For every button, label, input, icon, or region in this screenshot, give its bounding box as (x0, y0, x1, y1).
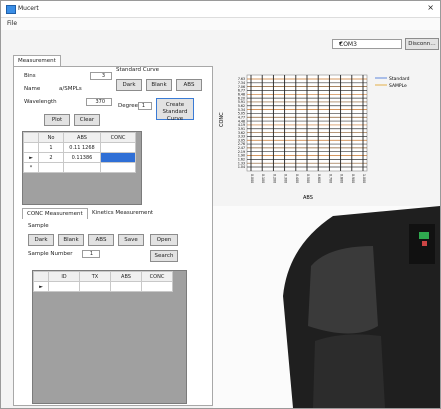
column-header: ID (48, 271, 80, 282)
table-row[interactable]: ► (33, 281, 173, 292)
x-tick-label: 0.800 (340, 174, 344, 183)
x-tick-label: 0.500 (306, 174, 310, 183)
clear-button[interactable]: Clear (74, 114, 100, 126)
column-header: CONC (100, 132, 136, 143)
cell-abs: 0.11 1268 (63, 142, 101, 153)
cell-id[interactable] (48, 281, 80, 292)
blank-button[interactable]: Blank (146, 79, 172, 91)
device-photo (213, 206, 440, 408)
name-value: a/SMPLs (59, 86, 82, 92)
row-indicator: ► (33, 281, 49, 292)
port-combo[interactable]: COM3 ▾ (332, 39, 402, 49)
x-tick-label: 0.400 (295, 174, 299, 183)
sample-table-grid: ID TX ABS CONC ► (33, 271, 173, 292)
row-indicator: * (23, 162, 39, 173)
tab-conc[interactable]: CONC Measurement (22, 208, 88, 219)
sample-table: ID TX ABS CONC ► (32, 270, 187, 404)
column-header: TX (79, 271, 111, 282)
cell-conc[interactable] (100, 142, 136, 153)
sample-search-button[interactable]: Search (150, 250, 178, 262)
table-row[interactable]: * (23, 162, 136, 173)
cell-tx[interactable] (79, 281, 111, 292)
sample-blank-button[interactable]: Blank (58, 234, 84, 246)
plot-button[interactable]: Plot (44, 114, 70, 126)
cell-no: 2 (38, 152, 64, 163)
abs-button[interactable]: ABS (176, 79, 202, 91)
x-tick-label: 0.200 (272, 174, 276, 183)
degree-label: Degree (118, 103, 139, 109)
legend-standard: Standard (389, 76, 410, 82)
row-indicator (23, 142, 39, 153)
cell-abs (63, 162, 101, 173)
row-indicator: ► (23, 152, 39, 163)
tab-measurement[interactable]: Measurement (13, 55, 61, 66)
table-header-row: No ABS CONC (23, 132, 136, 143)
create-standard-curve-button[interactable]: Create Standard Curve (156, 98, 194, 122)
sample-number-input[interactable]: 1 (82, 250, 100, 258)
sample-dark-button[interactable]: Dark (28, 234, 54, 246)
standard-curve-chart: 7.637.347.066.776.486.205.915.625.345.05… (219, 74, 410, 201)
x-tick-label: 0.300 (284, 174, 288, 183)
column-header (23, 132, 39, 143)
bins-input[interactable]: 3 (90, 72, 112, 80)
abs-table: No ABS CONC 1 0.11 1268 ► 2 0.11386 * (22, 131, 142, 205)
cell-conc[interactable] (100, 162, 136, 173)
dark-button[interactable]: Dark (116, 79, 142, 91)
cell-no (38, 162, 64, 173)
x-tick-label: 1.000 (362, 174, 366, 183)
cell-abs: 0.11386 (63, 152, 101, 163)
main-window: Mucert × File COM3 ▾ Disconn… Measuremen… (0, 0, 441, 409)
table-row[interactable]: 1 0.11 1268 (23, 142, 136, 153)
cell-conc[interactable] (100, 152, 136, 163)
menu-file[interactable]: File (7, 20, 17, 27)
degree-input[interactable]: 1 (138, 102, 152, 110)
x-tick-label: 0.600 (317, 174, 321, 183)
instrument-image (213, 206, 440, 408)
sample-group-label: Sample (28, 223, 49, 229)
disconnect-button[interactable]: Disconn… (405, 38, 439, 50)
measurement-panel: Bins 3 Name a/SMPLs Wavelength 370 Stand… (13, 66, 213, 406)
window-title: Mucert (18, 5, 39, 12)
column-header: No (38, 132, 64, 143)
tab-kinetics[interactable]: Kinetics Measurement (92, 210, 153, 216)
x-tick-label: 0.000 (250, 174, 254, 183)
y-tick-label: 1.04 (238, 165, 245, 169)
close-button[interactable]: × (427, 3, 434, 12)
chevron-down-icon: ▾ (339, 40, 343, 47)
menu-bar: File (1, 18, 440, 30)
sample-save-button[interactable]: Save (118, 234, 144, 246)
table-row[interactable]: ► 2 0.11386 (23, 152, 136, 163)
column-header: ABS (63, 132, 101, 143)
abs-table-grid: No ABS CONC 1 0.11 1268 ► 2 0.11386 * (23, 132, 136, 173)
app-icon (6, 5, 16, 14)
table-header-row: ID TX ABS CONC (33, 271, 173, 282)
cell-abs[interactable] (110, 281, 142, 292)
cell-no: 1 (38, 142, 64, 153)
standard-curve-label: Standard Curve (116, 67, 159, 73)
title-bar: Mucert × (1, 1, 440, 18)
x-tick-label: 0.900 (351, 174, 355, 183)
x-axis-label: ABS (303, 195, 313, 201)
x-tick-label: 0.700 (328, 174, 332, 183)
column-header: CONC (141, 271, 173, 282)
sample-open-button[interactable]: Open (150, 234, 178, 246)
legend-sample: SAMPLe (389, 83, 407, 89)
wavelength-input[interactable]: 370 (86, 98, 112, 106)
wavelength-label: Wavelength (24, 99, 57, 105)
x-tick-label: 0.100 (261, 174, 265, 183)
column-header: ABS (110, 271, 142, 282)
cell-conc[interactable] (141, 281, 173, 292)
y-axis-label: CONC (219, 112, 225, 127)
sample-abs-button[interactable]: ABS (88, 234, 114, 246)
sample-number-label: Sample Number (28, 251, 73, 257)
column-header (33, 271, 49, 282)
name-label: Name (24, 86, 41, 92)
bins-label: Bins (24, 73, 36, 79)
